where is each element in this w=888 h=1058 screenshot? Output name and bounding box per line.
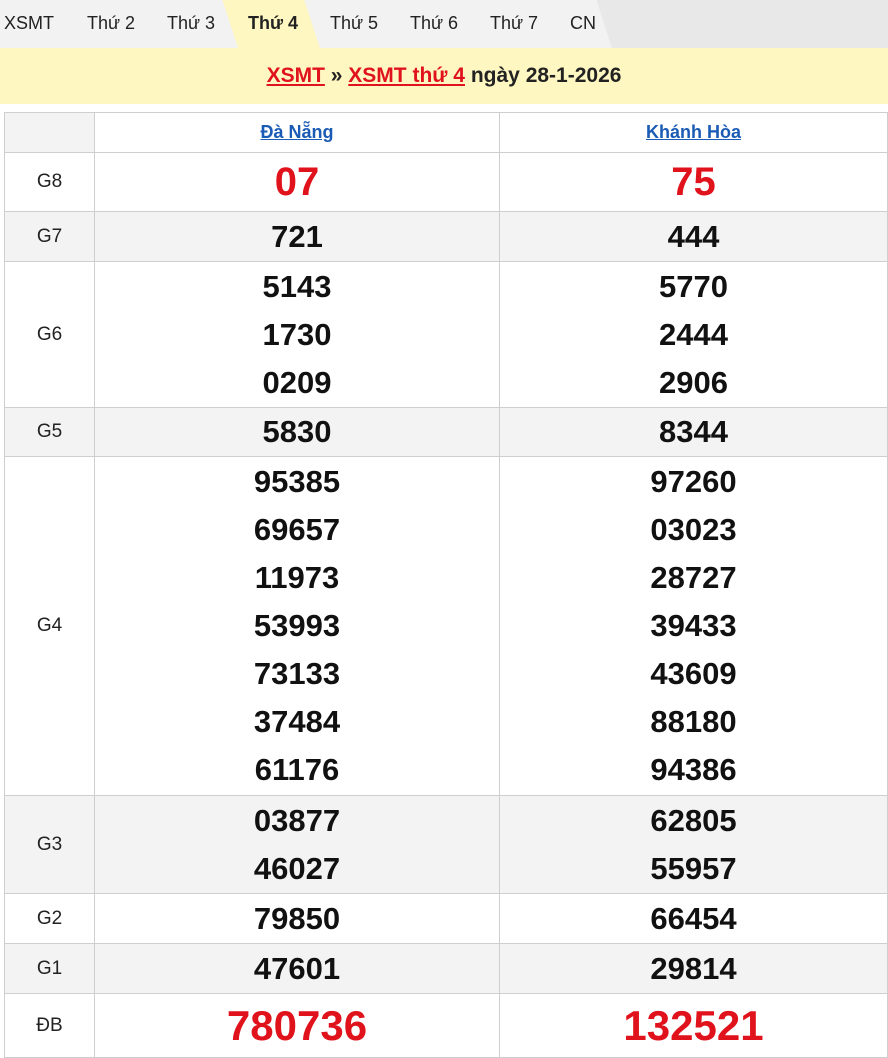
prize-label: G1 — [4, 943, 95, 994]
prize-number: 0209 — [262, 364, 332, 400]
prize-row-g2: G2 79850 66454 — [4, 893, 888, 944]
prize-label: G6 — [4, 261, 95, 408]
prize-number: 43609 — [650, 656, 737, 691]
province-link-khanh-hoa[interactable]: Khánh Hòa — [646, 122, 741, 142]
prize-number: 75 — [499, 152, 888, 212]
prize-number: 69657 — [253, 512, 341, 547]
prize-number: 132521 — [499, 993, 888, 1058]
prize-number: 94386 — [650, 752, 737, 787]
prize-label: G5 — [4, 407, 95, 457]
prize-row-special: ĐB 780736 132521 — [4, 993, 888, 1058]
xsmt-link[interactable]: XSMT — [267, 64, 325, 87]
prize-column-header — [4, 112, 95, 153]
prize-number: 46027 — [253, 850, 341, 886]
prize-number: 2444 — [659, 316, 728, 352]
prize-number: 8344 — [499, 407, 888, 457]
prize-label: ĐB — [4, 993, 95, 1058]
prize-row-g6: G6 5143 1730 0209 5770 2444 2906 — [4, 261, 888, 408]
prize-number: 88180 — [650, 704, 737, 739]
province-header-khanh-hoa: Khánh Hòa — [499, 112, 888, 153]
prize-number: 5770 — [659, 268, 728, 304]
prize-number: 5830 — [94, 407, 500, 457]
prize-label: G3 — [4, 795, 95, 894]
breadcrumb-separator: » — [330, 64, 343, 87]
prize-cell: 97260 03023 28727 39433 43609 88180 9438… — [499, 456, 888, 796]
prize-cell: 5143 1730 0209 — [94, 261, 500, 408]
prize-row-g1: G1 47601 29814 — [4, 943, 888, 994]
prize-cell: 5770 2444 2906 — [499, 261, 888, 408]
day-tabs: XSMT Thứ 2 Thứ 3 Thứ 4 Thứ 5 Thứ 6 Thứ 7… — [0, 0, 888, 48]
prize-cell: 62805 55957 — [499, 795, 888, 894]
prize-label: G8 — [4, 152, 95, 212]
prize-number: 37484 — [253, 704, 341, 739]
prize-number: 39433 — [650, 608, 737, 643]
xsmt-thu-4-link[interactable]: XSMT thứ 4 — [348, 64, 465, 87]
results-table: Đà Nẵng Khánh Hòa G8 07 75 G7 721 444 G6… — [4, 112, 888, 1058]
prize-number: 53993 — [253, 608, 341, 643]
prize-number: 47601 — [94, 943, 500, 994]
prize-number: 29814 — [499, 943, 888, 994]
prize-number: 1730 — [262, 316, 332, 352]
prize-row-g7: G7 721 444 — [4, 211, 888, 262]
prize-row-g4: G4 95385 69657 11973 53993 73133 37484 6… — [4, 456, 888, 796]
prize-number: 03877 — [253, 802, 341, 838]
prize-number: 780736 — [94, 993, 500, 1058]
prize-number: 721 — [94, 211, 500, 262]
prize-number: 62805 — [650, 802, 737, 838]
prize-number: 03023 — [650, 512, 737, 547]
prize-cell: 03877 46027 — [94, 795, 500, 894]
prize-number: 55957 — [650, 850, 737, 886]
prize-label: G7 — [4, 211, 95, 262]
prize-number: 2906 — [659, 364, 728, 400]
draw-date: ngày 28-1-2026 — [470, 64, 622, 87]
prize-label: G4 — [4, 456, 95, 796]
province-link-da-nang[interactable]: Đà Nẵng — [260, 122, 333, 142]
prize-number: 97260 — [650, 464, 737, 499]
prize-number: 79850 — [94, 893, 500, 944]
prize-number: 28727 — [650, 560, 737, 595]
prize-label: G2 — [4, 893, 95, 944]
prize-row-g5: G5 5830 8344 — [4, 407, 888, 457]
prize-number: 95385 — [253, 464, 341, 499]
prize-number: 07 — [94, 152, 500, 212]
prize-row-g8: G8 07 75 — [4, 152, 888, 212]
prize-row-g3: G3 03877 46027 62805 55957 — [4, 795, 888, 894]
prize-number: 66454 — [499, 893, 888, 944]
prize-number: 73133 — [253, 656, 341, 691]
prize-cell: 95385 69657 11973 53993 73133 37484 6117… — [94, 456, 500, 796]
province-header-da-nang: Đà Nẵng — [94, 112, 500, 153]
prize-number: 444 — [499, 211, 888, 262]
table-header-row: Đà Nẵng Khánh Hòa — [4, 112, 888, 153]
prize-number: 5143 — [262, 268, 332, 304]
tab-cn[interactable]: CN — [546, 0, 612, 48]
prize-number: 61176 — [254, 752, 340, 787]
prize-number: 11973 — [254, 560, 340, 595]
page-title: XSMT » XSMT thứ 4 ngày 28-1-2026 — [0, 48, 888, 104]
